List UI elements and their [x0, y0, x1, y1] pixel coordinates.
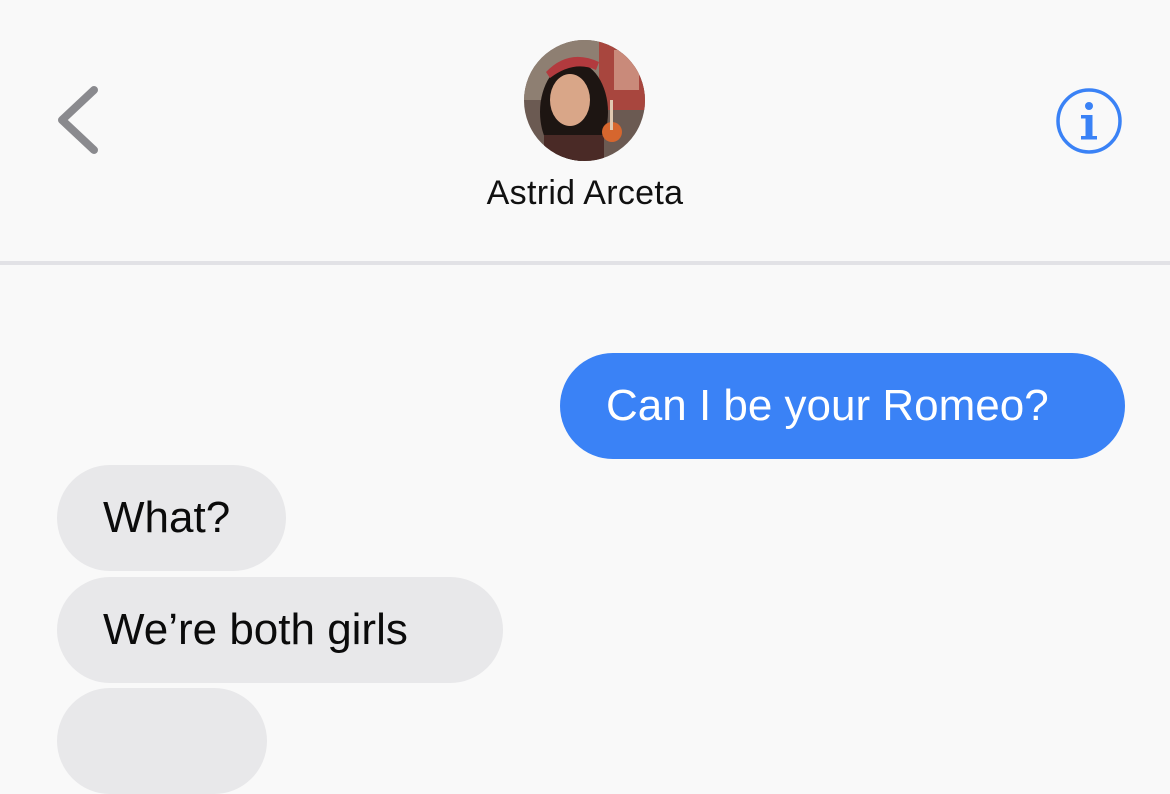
received-message-bubble[interactable]: What?	[57, 465, 286, 571]
chevron-left-icon	[58, 86, 98, 154]
conversation-header: Astrid Arceta	[0, 0, 1170, 262]
header-divider	[0, 261, 1170, 265]
contact-name[interactable]: Astrid Arceta	[0, 174, 1170, 213]
sent-message-bubble[interactable]: Can I be your Romeo?	[560, 353, 1125, 459]
received-message-bubble[interactable]: We’re both girls	[57, 577, 503, 683]
contact-photo	[524, 40, 645, 161]
back-button[interactable]	[48, 80, 118, 160]
info-icon	[1056, 88, 1122, 154]
received-message-bubble[interactable]	[57, 688, 267, 794]
avatar[interactable]	[524, 40, 645, 161]
info-button[interactable]	[1054, 86, 1124, 156]
